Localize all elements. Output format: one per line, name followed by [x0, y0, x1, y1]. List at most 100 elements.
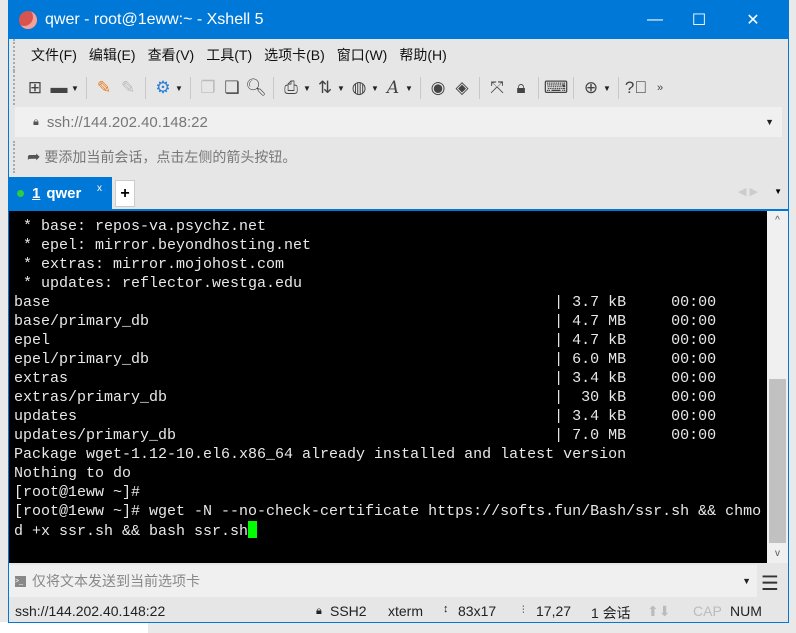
terminal-line: * updates: reflector.westga.edu — [14, 275, 303, 292]
compose-menu-icon[interactable]: ☰ — [761, 571, 779, 596]
font-icon[interactable]: A — [381, 76, 405, 100]
toolbar-divider — [273, 77, 274, 99]
repo-info: | 4.7 kB 00:00 — [554, 332, 717, 349]
repo-info: | 6.0 MB 00:00 — [554, 351, 717, 368]
transfer-icon[interactable]: ⇅ — [313, 76, 337, 100]
xshell-app-icon — [19, 11, 37, 29]
minimize-button[interactable]: — — [632, 1, 678, 39]
compose-input[interactable]: 仅将文本发送到当前选项卡 — [32, 571, 200, 591]
compose-bar[interactable]: >_ 仅将文本发送到当前选项卡 ▼ — [9, 565, 757, 597]
globe-icon[interactable]: ◍ — [347, 76, 371, 100]
repo-name: updates — [14, 408, 78, 425]
tab-list-dropdown-icon[interactable]: ▼ — [774, 187, 782, 196]
properties-icon[interactable]: ⚙ — [151, 76, 175, 100]
terminal-scrollbar[interactable]: ^ v — [767, 211, 788, 563]
lock-icon: 🔒︎ — [33, 115, 39, 128]
tab-scroll-arrows-icon[interactable]: ◀ ▶ — [738, 185, 758, 198]
menu-file[interactable]: 文件(F) — [25, 45, 83, 65]
repo-line: updates | 3.4 kB 00:00 — [14, 407, 767, 426]
new-session-icon[interactable]: ⊞ — [23, 76, 47, 100]
find-icon[interactable]: 🔍︎ — [244, 76, 268, 100]
repo-line: base/primary_db | 4.7 MB 00:00 — [14, 312, 767, 331]
menu-view[interactable]: 查看(V) — [142, 45, 201, 65]
open-folder-icon[interactable]: ▬ — [47, 76, 71, 100]
status-address: ssh://144.202.40.148:22 — [15, 603, 166, 619]
scroll-up-icon[interactable]: ^ — [767, 215, 788, 226]
scroll-down-icon[interactable]: v — [767, 548, 788, 559]
font-dropdown-icon[interactable]: ▼ — [405, 84, 415, 93]
close-button[interactable]: ✕ — [730, 1, 776, 39]
new-tab-icon[interactable]: ⊕ — [579, 76, 603, 100]
menu-edit[interactable]: 编辑(E) — [83, 45, 142, 65]
repo-name: base/primary_db — [14, 313, 150, 330]
new-tab-dropdown-icon[interactable]: ▼ — [603, 84, 613, 93]
session-nav-icon[interactable]: ⬆⬇ — [647, 603, 670, 620]
status-term: xterm — [388, 603, 423, 619]
disconnect-icon: ✎ — [120, 78, 136, 97]
tab-close-icon[interactable]: x — [97, 183, 102, 194]
status-num: NUM — [730, 603, 762, 619]
tab-bar: 1 qwer x + ◀ ▶ ▼ — [9, 177, 788, 209]
toolbar-divider — [145, 77, 146, 99]
repo-line: epel | 4.7 kB 00:00 — [14, 331, 767, 350]
open-dropdown-icon[interactable]: ▼ — [71, 84, 81, 93]
add-tab-button[interactable]: + — [115, 180, 135, 207]
properties-dropdown-icon[interactable]: ▼ — [175, 84, 185, 93]
repo-line: extras | 3.4 kB 00:00 — [14, 369, 767, 388]
connect-icon[interactable]: ✎ — [92, 76, 116, 100]
address-bar[interactable]: 🔒︎ ssh://144.202.40.148:22 ▼ — [15, 107, 782, 137]
encoding-dropdown-icon[interactable]: ▼ — [371, 84, 381, 93]
address-input[interactable]: ssh://144.202.40.148:22 — [47, 114, 208, 131]
cursor-pos-icon: ⫶ — [522, 605, 525, 616]
add-session-arrow-icon[interactable]: ➦ — [27, 147, 40, 167]
terminal-line: d +x ssr.sh && bash ssr.sh — [14, 523, 249, 540]
maximize-button[interactable]: ☐ — [676, 1, 722, 39]
repo-line: base | 3.7 kB 00:00 — [14, 293, 767, 312]
status-position: 17,27 — [536, 603, 572, 619]
xmanager-icon[interactable]: ◈ — [450, 76, 474, 100]
xshell-window: qwer - root@1eww:~ - Xshell 5 — ☐ ✕ 文件(F… — [8, 0, 789, 623]
session-hint-text: 要添加当前会话，点击左侧的箭头按钮。 — [44, 149, 297, 165]
terminal-line: [root@1eww ~]# — [14, 484, 141, 501]
repo-info: | 3.4 kB 00:00 — [554, 370, 717, 387]
terminal-line: * base: repos-va.psychz.net — [14, 218, 267, 235]
title-bar: qwer - root@1eww:~ - Xshell 5 — ☐ ✕ — [9, 1, 788, 39]
compose-dropdown-icon[interactable]: ▼ — [742, 576, 751, 586]
toolbar-divider — [420, 77, 421, 99]
transfer-dropdown-icon[interactable]: ▼ — [337, 84, 347, 93]
toolbar-overflow-icon[interactable]: » — [648, 76, 672, 100]
copy-icon: ❐ — [200, 78, 216, 97]
status-protocol: SSH2 — [330, 603, 367, 619]
terminal-line: * epel: mirror.beyondhosting.net — [14, 237, 312, 254]
terminal[interactable]: * base: repos-va.psychz.net * epel: mirr… — [9, 211, 767, 563]
repo-info: | 30 kB 00:00 — [554, 389, 717, 406]
toolbar-divider — [190, 77, 191, 99]
toolbar-divider — [86, 77, 87, 99]
repo-name: extras — [14, 370, 69, 387]
scrollbar-thumb[interactable] — [769, 379, 786, 543]
print-icon[interactable]: ⎙ — [279, 76, 303, 100]
tab-label: qwer — [46, 184, 82, 202]
desktop-background — [0, 622, 148, 633]
paste-icon[interactable]: ❏ — [220, 76, 244, 100]
print-dropdown-icon[interactable]: ▼ — [303, 84, 313, 93]
connected-status-icon — [17, 189, 24, 197]
toolbar: ⊞ ▬ ▼ ✎ ✎ ⚙ ▼ ❐ ❏ 🔍︎ ⎙ ▼ ⇅ ▼ ◍ ▼ A ▼ ◉ ◈ ⤧ 🔒︎ … — [13, 71, 788, 105]
fullscreen-icon[interactable]: ⤧ — [485, 76, 509, 100]
repo-line: updates/primary_db | 7.0 MB 00:00 — [14, 426, 767, 445]
address-dropdown-icon[interactable]: ▼ — [765, 117, 774, 127]
terminal-line: Package wget-1.12-10.el6.x86_64 already … — [14, 446, 627, 463]
help-icon[interactable]: ?⃝ — [624, 76, 648, 100]
toolbar-divider — [618, 77, 619, 99]
terminal-prompt-icon: >_ — [15, 575, 26, 587]
menu-window[interactable]: 窗口(W) — [331, 45, 394, 65]
menu-tools[interactable]: 工具(T) — [200, 45, 258, 65]
tab-qwer[interactable]: 1 qwer x — [9, 177, 112, 209]
xftp-icon[interactable]: ◉ — [426, 76, 450, 100]
keyboard-icon[interactable]: ⌨ — [544, 76, 569, 100]
repo-name: base — [14, 294, 51, 311]
lock-icon[interactable]: 🔒︎ — [509, 76, 533, 100]
menu-tabs[interactable]: 选项卡(B) — [258, 45, 331, 65]
menu-help[interactable]: 帮助(H) — [393, 45, 452, 65]
repo-name: extras/primary_db — [14, 389, 168, 406]
